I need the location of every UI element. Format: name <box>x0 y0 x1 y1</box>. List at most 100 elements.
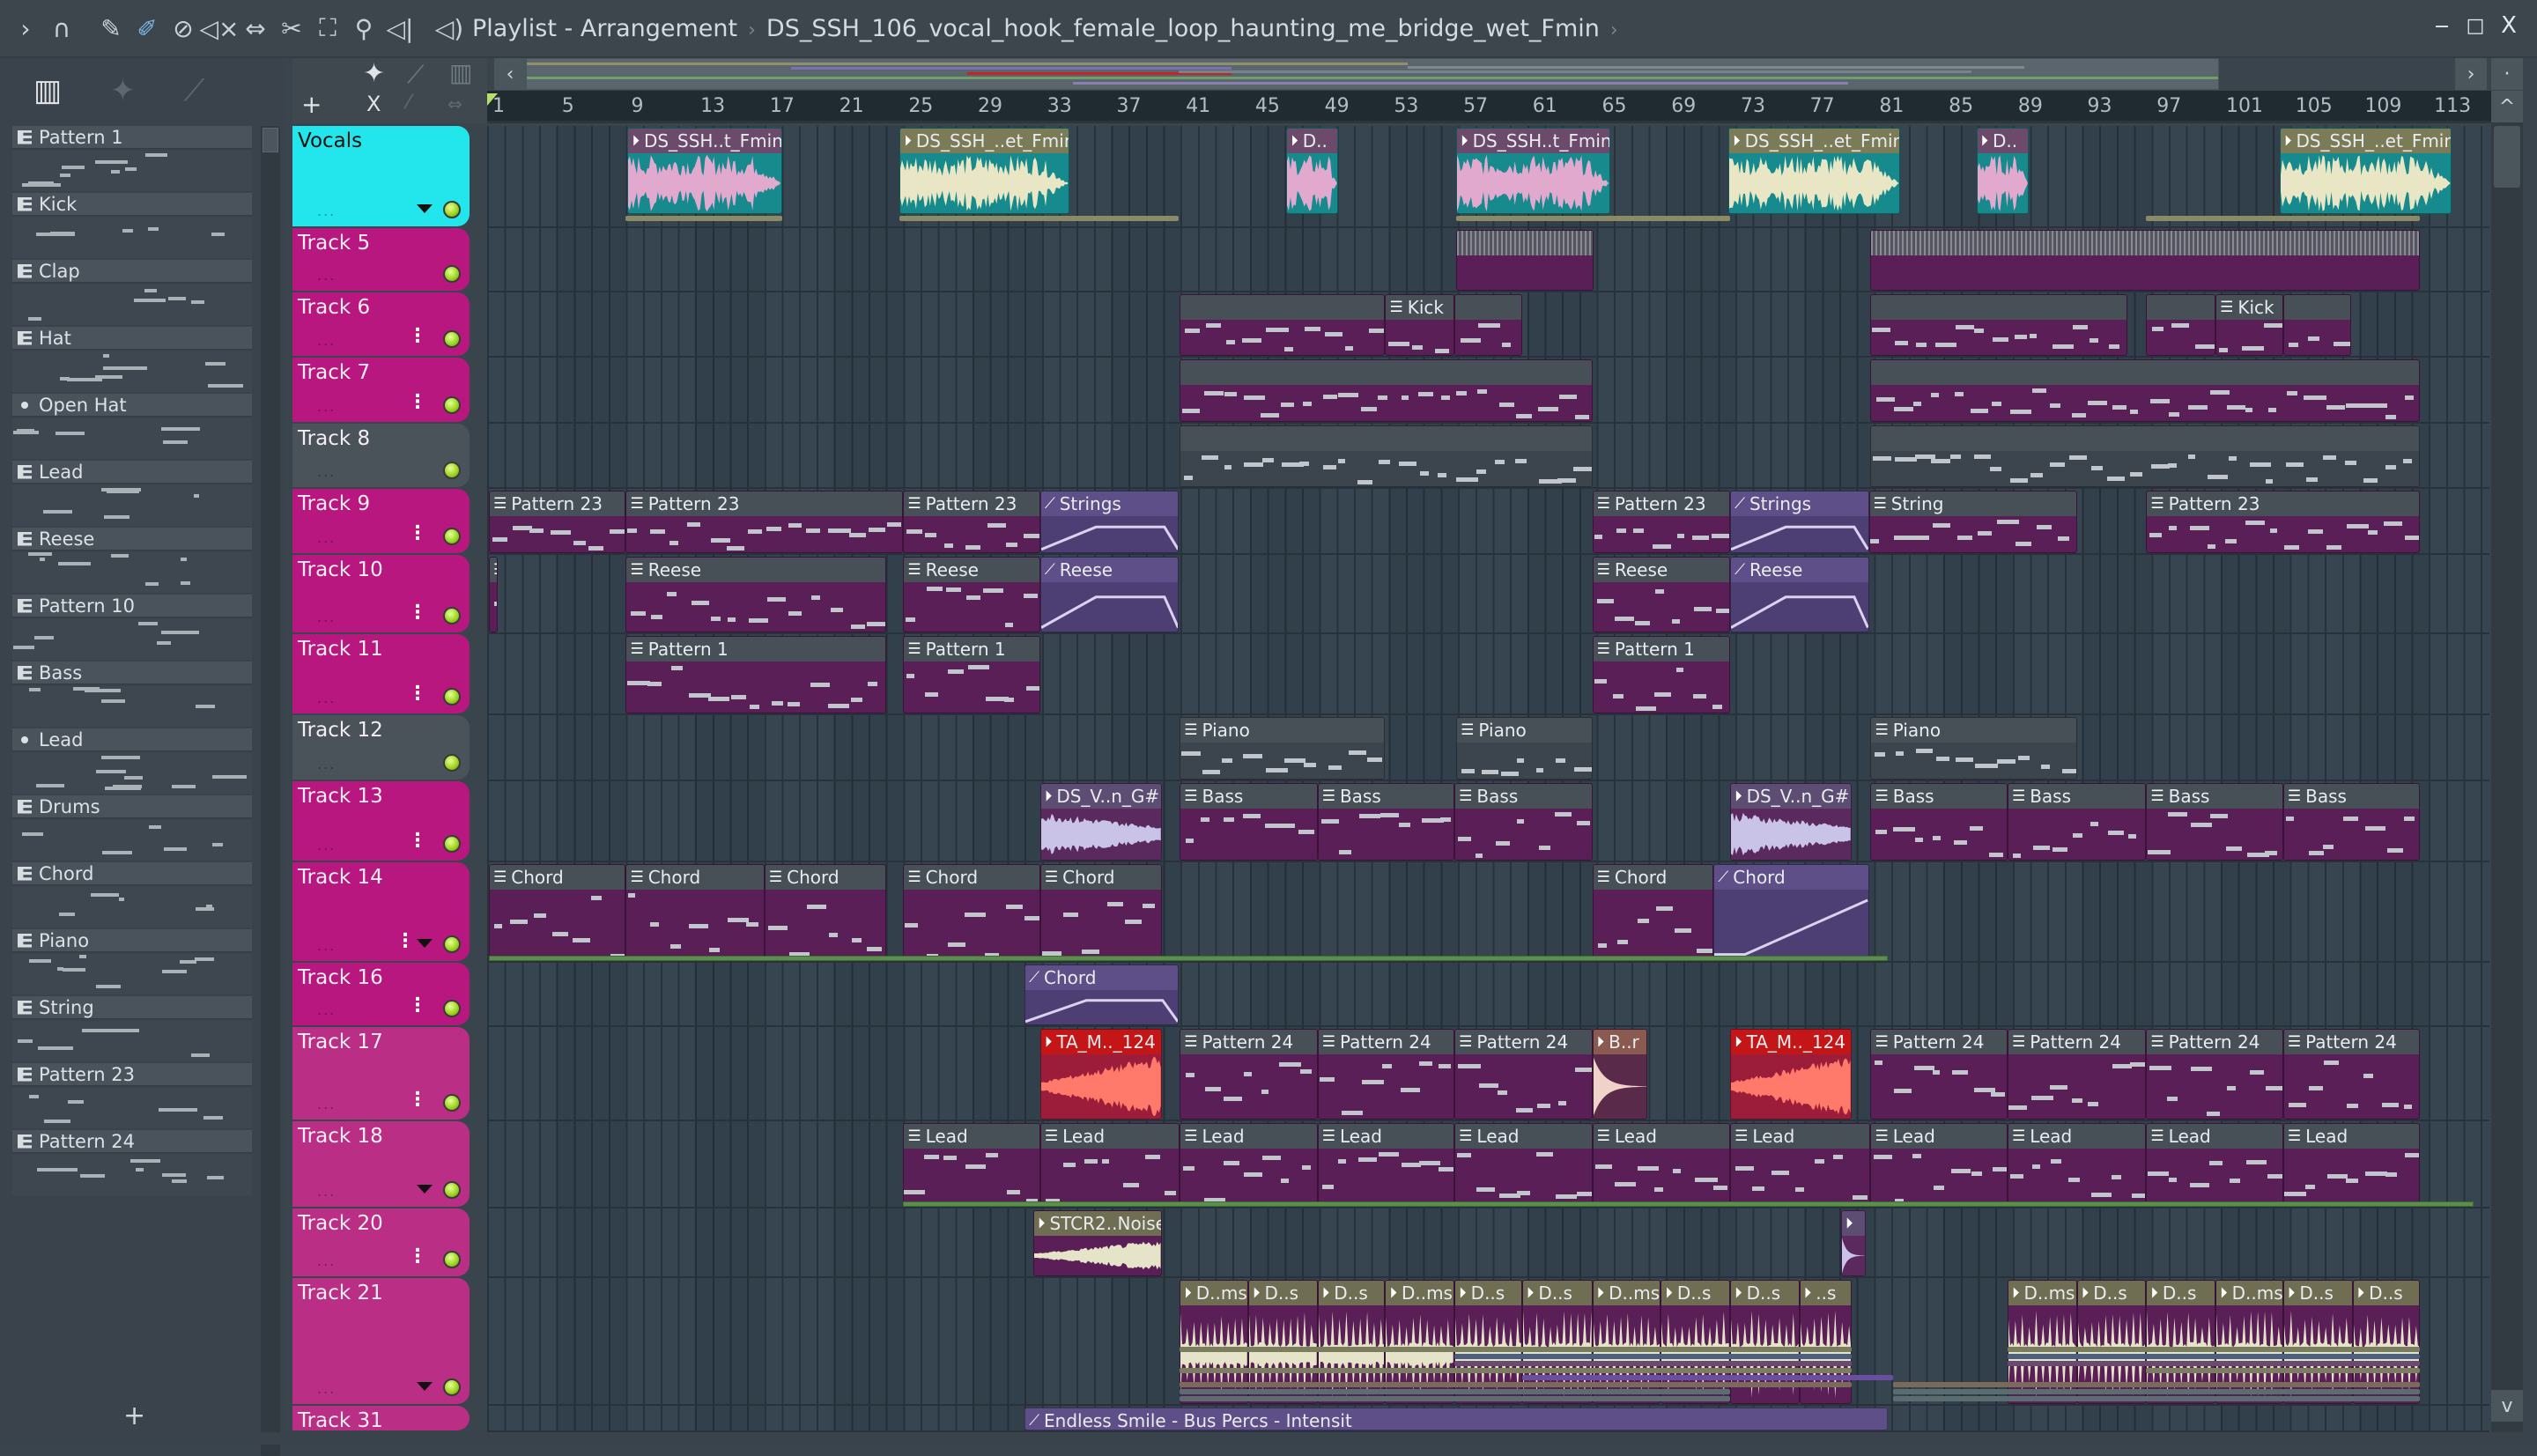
audio-clip[interactable]: ⏵ DS_SSH..t_Fmin <box>627 128 782 214</box>
clip-header[interactable]: ☰ Lead <box>1871 1124 2007 1149</box>
picker-item[interactable]: Drums <box>12 795 252 862</box>
track-options-dots[interactable]: ... <box>317 937 336 954</box>
clip-header[interactable] <box>1180 295 1385 320</box>
pattern-clip[interactable]: ☰ Lead <box>1317 1123 1455 1207</box>
automation-clip[interactable]: ⟋ Reese <box>1039 557 1180 632</box>
pattern-clip[interactable]: ☰ Bass <box>1870 783 2008 861</box>
clip-header[interactable] <box>1455 295 1521 320</box>
track-mute-led[interactable] <box>443 607 461 625</box>
automation-filter-icon[interactable]: ⟋ <box>407 60 425 90</box>
track-name[interactable]: Track 11 <box>298 638 383 661</box>
timeline-ruler[interactable]: 1 5 9 13 17 21 25 29 33 37 41 45 49 53 57 61 65 69 73 77 81 8… <box>487 91 2491 123</box>
track-header[interactable]: Track 9... ⋮ <box>292 489 470 553</box>
pattern-clip[interactable]: ☰ Pattern 23 <box>489 491 626 553</box>
pattern-clip[interactable]: ☰ Kick <box>2215 294 2283 356</box>
clip-header[interactable]: ⏵ D..s <box>1318 1281 1385 1305</box>
picker-item-header[interactable]: String <box>12 996 252 1019</box>
track-options-dots[interactable]: ... <box>317 267 336 284</box>
clip-header[interactable] <box>1457 231 1593 255</box>
add-pattern-button[interactable]: + <box>123 1401 145 1431</box>
pattern-clip[interactable]: ☰ Chord <box>1592 864 1714 961</box>
clip-header[interactable]: ☰ Pattern 24 <box>2008 1030 2146 1054</box>
clip-header[interactable]: ⏵ D..s <box>1661 1281 1730 1305</box>
pattern-clip[interactable] <box>2146 294 2216 356</box>
pattern-clip[interactable]: ☰ Pattern 1 <box>903 636 1040 713</box>
audio-clip[interactable]: ⏵ TA_M.._124 <box>1730 1029 1852 1120</box>
track-options-dots[interactable]: ... <box>317 398 336 415</box>
sub-lane-clip[interactable] <box>1454 1361 1852 1366</box>
scroll-right-button[interactable]: › <box>2455 58 2487 90</box>
playback-icon[interactable]: ◁| <box>384 11 416 46</box>
clip-header[interactable]: ⏵ D..s <box>2147 1281 2215 1305</box>
clip-header[interactable]: ☰ Piano <box>1871 718 2076 743</box>
slip-icon[interactable]: ⇔ <box>240 11 271 46</box>
automation-clip[interactable]: ⟋ Chord <box>1024 965 1180 1025</box>
track-name[interactable]: Track 17 <box>298 1031 383 1053</box>
track-header[interactable]: Track 6... ⋮ <box>292 292 470 356</box>
track-options-dots[interactable]: ... <box>317 1183 336 1200</box>
track-header[interactable]: Track 14... ⋮ <box>292 862 470 961</box>
picker-item-header[interactable]: Pattern 23 <box>12 1063 252 1086</box>
automation-clip[interactable]: ⟋ Chord <box>1713 864 1869 961</box>
pattern-clip[interactable] <box>1180 425 1593 487</box>
clip-header[interactable]: ☰ Lead <box>2283 1124 2420 1149</box>
track-resize-grip[interactable]: ⋮ <box>408 830 427 852</box>
picker-item-header[interactable]: Lead <box>12 728 252 751</box>
pattern-clip[interactable]: ☰ Reese <box>1592 557 1731 632</box>
clip-header[interactable]: ⏵ D..s <box>2077 1281 2146 1305</box>
pattern-clip[interactable] <box>1180 359 1593 422</box>
clip-header[interactable]: ⏵ D..ms <box>1593 1281 1661 1305</box>
clip-header[interactable]: ☰ Lead <box>1731 1124 1870 1149</box>
pattern-clip[interactable] <box>1870 425 2421 487</box>
maximize-button[interactable]: □ <box>2460 15 2490 37</box>
song-position-marker[interactable] <box>487 93 498 106</box>
pencil-icon[interactable]: ✎ <box>95 11 127 46</box>
pattern-clip[interactable]: ☰ Pattern 24 <box>2146 1029 2283 1120</box>
track-header[interactable]: Track 13... ⋮ <box>292 781 470 861</box>
clip-header[interactable]: ⏵ TA_M.._124 <box>1731 1030 1851 1054</box>
track-resize-grip[interactable]: ⋮ <box>408 1089 427 1111</box>
clip-header[interactable]: ☰ Chord <box>765 865 885 890</box>
clip-header[interactable] <box>1871 360 2420 385</box>
playlist-grid[interactable]: ⏵ DS_SSH..t_Fmin ⏵ DS_SSH_..et_Fmin ⏵ D.. ⏵ DS_… <box>487 126 2489 1432</box>
clip-header[interactable]: ⏵ D..s <box>1248 1281 1317 1305</box>
audio-clip[interactable]: ⏵ DS_V..n_G# <box>1730 783 1852 861</box>
track-header[interactable]: Track 5... <box>292 228 470 291</box>
track-header[interactable]: Track 7... ⋮ <box>292 358 470 422</box>
minimize-button[interactable]: ‒ <box>2427 12 2457 39</box>
clip-header[interactable]: ⏵ D..s <box>2353 1281 2420 1305</box>
pattern-clip[interactable]: ☰ Bass <box>1317 783 1455 861</box>
track-name[interactable]: Track 13 <box>298 785 383 808</box>
title-file[interactable]: DS_SSH_106_vocal_hook_female_loop_haunti… <box>766 15 1600 42</box>
track-options-dots[interactable]: ... <box>317 1253 336 1269</box>
pattern-clip[interactable]: ☰ Bass <box>1454 783 1593 861</box>
track-header[interactable]: Track 21... <box>292 1278 470 1404</box>
pattern-clip[interactable]: ☰ <box>489 557 498 632</box>
track-mute-led[interactable] <box>443 1378 461 1396</box>
picker-item-header[interactable]: Lead <box>12 461 252 484</box>
clip-header[interactable]: ☰ Pattern 24 <box>1180 1030 1317 1054</box>
track-name[interactable]: Track 14 <box>298 866 383 889</box>
clip-header[interactable] <box>1871 295 2126 320</box>
picker-item[interactable]: Lead <box>12 728 252 795</box>
clip-header[interactable]: ☰ Pattern 1 <box>904 637 1039 661</box>
sub-lane-clip[interactable] <box>625 216 782 221</box>
audio-clip[interactable]: ⏵ DS_SSH..t_Fmin <box>1456 128 1611 214</box>
clip-header[interactable]: ⏵ D..ms <box>2216 1281 2282 1305</box>
clip-header[interactable]: ⏵ DS_SSH..t_Fmin <box>1457 129 1610 153</box>
sub-lane-clip[interactable] <box>2007 1347 2421 1352</box>
pattern-clip[interactable] <box>1454 294 1522 356</box>
picker-item[interactable]: Pattern 23 <box>12 1063 252 1130</box>
pattern-clip[interactable]: ☰ Bass <box>2007 783 2147 861</box>
track-name[interactable]: Track 16 <box>298 966 383 989</box>
pattern-clip[interactable]: ☰ Reese <box>625 557 886 632</box>
clip-header[interactable]: ☰ Piano <box>1457 718 1592 743</box>
clip-header[interactable]: ☰ String <box>1869 491 2076 516</box>
clip-header[interactable]: ☰ Chord <box>1593 865 1713 890</box>
track-header[interactable]: Track 20... ⋮ <box>292 1208 470 1276</box>
track-header[interactable]: Track 12... <box>292 715 470 780</box>
audio-clip[interactable]: ⏵ DS_SSH_..et_Fmin <box>1728 128 1900 214</box>
clip-header[interactable]: ⏵ DS_SSH_..et_Fmin <box>900 129 1069 153</box>
audio-clip[interactable]: ⏵ D.. <box>1286 128 1339 214</box>
clip-header[interactable]: ☰ Pattern 23 <box>2147 491 2420 516</box>
